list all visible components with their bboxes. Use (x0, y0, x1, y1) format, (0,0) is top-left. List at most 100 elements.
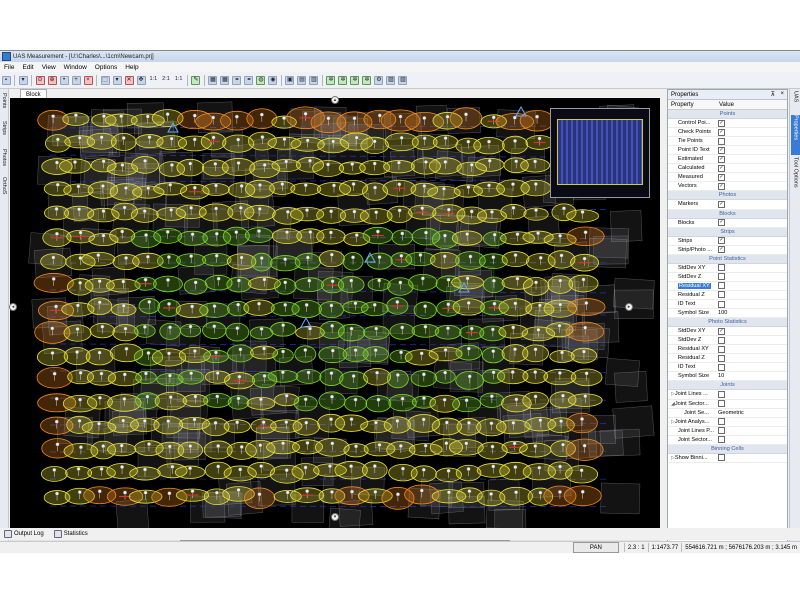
property-row[interactable]: Strips ✓ (668, 237, 787, 246)
property-row[interactable]: Joint Sector... (668, 436, 787, 445)
property-section-header[interactable]: Binning Cells (668, 444, 787, 454)
tab-photos[interactable]: Photos (0, 149, 8, 175)
strip-icon[interactable]: ▥ (309, 75, 319, 85)
property-checkbox[interactable]: ✓ (718, 119, 725, 127)
property-row[interactable]: Calculated ✓ (668, 164, 787, 174)
link-edit-icon[interactable]: ⚭ (244, 75, 254, 85)
property-row[interactable]: Estimated ✓ (668, 155, 787, 165)
network-add-icon[interactable]: ✲ (338, 75, 348, 85)
dropdown-chevron-icon[interactable]: ▾ (112, 75, 122, 85)
property-checkbox[interactable]: ✓ (718, 200, 725, 208)
tab-output-log[interactable]: Output Log (4, 530, 44, 538)
property-row[interactable]: Joint Lines P... (668, 427, 787, 436)
point-icon[interactable]: • (59, 75, 69, 85)
property-value-text[interactable]: Geometric (718, 410, 744, 416)
pan-right-icon[interactable]: ▸ (625, 303, 633, 311)
property-checkbox[interactable] (718, 137, 725, 145)
network-run-icon[interactable]: ✲ (362, 75, 372, 85)
property-section-header[interactable]: Photos (668, 191, 787, 201)
property-checkbox[interactable] (718, 273, 725, 281)
target-icon[interactable]: ⊙ (35, 75, 45, 85)
property-row[interactable]: Point ID Text ✓ (668, 146, 787, 156)
camera-icon[interactable]: ◉ (268, 75, 278, 85)
property-checkbox[interactable]: ✓ (718, 173, 725, 181)
property-value-text[interactable]: 100 (718, 310, 727, 316)
move-icon[interactable]: ✥ (136, 75, 146, 85)
grid-icon[interactable]: ▦ (208, 75, 218, 85)
property-row[interactable]: Joint Se... Geometric (668, 409, 787, 418)
cross-icon[interactable]: ✕ (124, 75, 134, 85)
property-checkbox[interactable]: ✓ (718, 146, 725, 154)
chart-icon[interactable]: ▨ (386, 75, 396, 85)
target-add-icon[interactable]: ⊕ (47, 75, 57, 85)
open-icon[interactable]: ▾ (18, 75, 28, 85)
property-row[interactable]: ID Text (668, 363, 787, 373)
tab-statistics[interactable]: Statistics (53, 530, 88, 538)
property-checkbox[interactable]: ✓ (718, 219, 725, 227)
photo-list-icon[interactable]: ▤ (297, 75, 307, 85)
property-row[interactable]: ID Text (668, 300, 787, 310)
globe-icon[interactable]: ◍ (256, 75, 266, 85)
menu-file[interactable]: File (0, 64, 18, 71)
property-row[interactable]: Symbol Size 10 (668, 372, 787, 382)
link-icon[interactable]: ⚭ (232, 75, 242, 85)
property-checkbox[interactable] (718, 291, 725, 299)
property-row[interactable]: Strip/Photo ... ✓ (668, 246, 787, 255)
property-row[interactable]: StdDev Z (668, 336, 787, 346)
property-row[interactable]: ▷Joint Analys... (668, 418, 787, 427)
pan-down-icon[interactable]: ▾ (331, 513, 339, 521)
property-row[interactable]: StdDev Z (668, 273, 787, 282)
property-row[interactable]: Check Points ✓ (668, 128, 787, 138)
property-value-text[interactable]: 10 (718, 373, 724, 379)
tab-strips[interactable]: Strips (0, 121, 8, 147)
property-checkbox[interactable] (718, 336, 725, 344)
tab-uas[interactable]: UAS (791, 91, 800, 113)
pan-left-icon[interactable]: ◂ (9, 303, 17, 311)
property-section-header[interactable]: Strips (668, 227, 787, 237)
zoom-2-1-button[interactable]: 2:1 (161, 76, 171, 85)
settings-icon[interactable]: ⚙ (374, 75, 384, 85)
property-row[interactable]: Residual XY (668, 282, 787, 291)
overview-minimap[interactable] (550, 108, 650, 198)
block-map-view[interactable]: ▴ ▾ ◂ ▸ (9, 96, 660, 538)
tab-points[interactable]: Points (0, 93, 8, 119)
property-checkbox[interactable]: ✓ (718, 128, 725, 136)
zoom-1-1-button[interactable]: 1:1 (149, 76, 159, 85)
property-checkbox[interactable] (718, 418, 725, 426)
save-icon[interactable]: ▪ (1, 75, 11, 85)
measure-icon[interactable]: + (71, 75, 81, 85)
pin-icon[interactable]: ⊼ (771, 91, 775, 98)
menu-view[interactable]: View (38, 64, 60, 71)
tab-properties[interactable]: Properties (791, 115, 800, 155)
property-row[interactable]: ▷Joint Lines ... (668, 390, 787, 400)
property-checkbox[interactable] (718, 264, 725, 272)
property-checkbox[interactable] (718, 390, 725, 398)
property-section-header[interactable]: Blocks (668, 209, 787, 219)
property-checkbox[interactable] (718, 345, 725, 353)
menu-edit[interactable]: Edit (18, 64, 37, 71)
tab-tool-options[interactable]: Tool Options (791, 157, 800, 199)
network-check-icon[interactable]: ✲ (350, 75, 360, 85)
property-checkbox[interactable] (718, 427, 725, 435)
property-section-header[interactable]: Joints (668, 381, 787, 391)
property-checkbox[interactable] (718, 354, 725, 362)
close-icon[interactable]: × (780, 91, 784, 97)
property-row[interactable]: Vectors ✓ (668, 182, 787, 192)
property-checkbox[interactable]: ✓ (718, 327, 725, 335)
photo-icon[interactable]: ▣ (285, 75, 295, 85)
report-icon[interactable]: ▧ (398, 75, 408, 85)
property-row[interactable]: StdDev XY ✓ (668, 327, 787, 337)
property-checkbox[interactable]: ✓ (718, 182, 725, 190)
tab-orthos[interactable]: OrthoS (0, 177, 8, 203)
network-icon[interactable]: ✲ (326, 75, 336, 85)
property-row[interactable]: Residual XY (668, 345, 787, 355)
property-row[interactable]: ◢Joint Sector... (668, 400, 787, 409)
property-row[interactable]: Markers ✓ (668, 200, 787, 210)
property-row[interactable]: Control Poi... ✓ (668, 119, 787, 129)
property-row[interactable]: Residual Z (668, 354, 787, 364)
property-checkbox[interactable] (718, 400, 725, 408)
property-row[interactable]: Tie Points (668, 137, 787, 147)
property-row[interactable]: ▷Show Binni... (668, 454, 787, 463)
property-checkbox[interactable] (718, 436, 725, 444)
property-checkbox[interactable] (718, 300, 725, 308)
